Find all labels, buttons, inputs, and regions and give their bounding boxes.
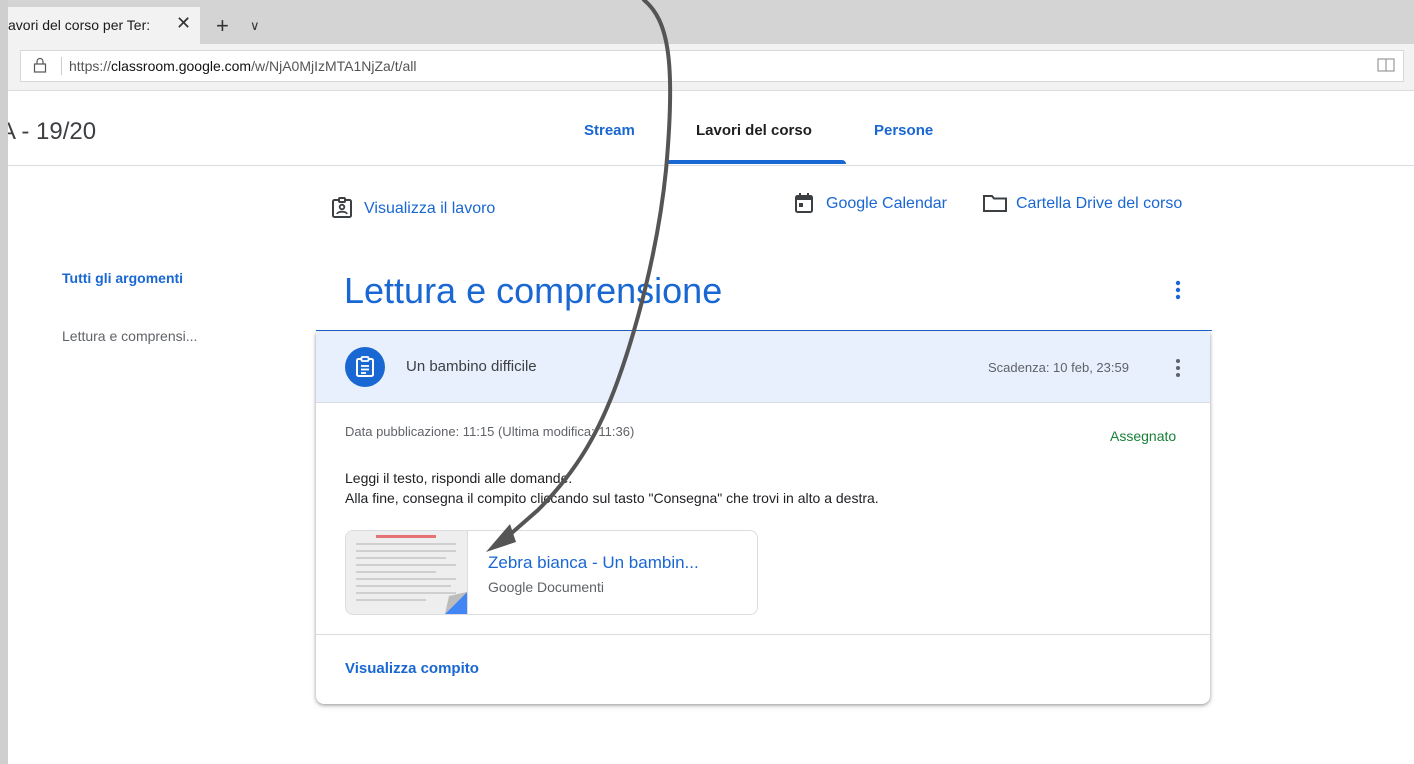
active-tab-indicator [666, 160, 846, 164]
more-vert-icon[interactable] [1168, 356, 1188, 380]
topic-title: Lettura e comprensione [344, 270, 723, 311]
view-work-button[interactable]: Visualizza il lavoro [332, 197, 496, 218]
thumbnail-heading [376, 535, 436, 538]
due-date: Scadenza: 10 feb, 23:59 [988, 360, 1129, 375]
sidebar-item-all-topics[interactable]: Tutti gli argomenti [62, 270, 183, 286]
new-tab-icon[interactable]: + [216, 15, 229, 37]
view-assignment-link[interactable]: Visualizza compito [345, 660, 479, 677]
drive-folder-button[interactable]: Cartella Drive del corso [983, 195, 1183, 213]
tab-stream[interactable]: Stream [584, 122, 635, 139]
tab-classwork[interactable]: Lavori del corso [696, 122, 812, 139]
calendar-label: Google Calendar [826, 195, 947, 212]
url-path: /w/NjA0MjIzMTA1NjZa/t/all [251, 58, 417, 74]
tab-menu-chevron-icon[interactable]: ∨ [250, 18, 260, 34]
tab-bar: avori del corso per Ter: ✕ + ∨ [8, 0, 1414, 44]
sidebar-item-topic[interactable]: Lettura e comprensi... [62, 328, 197, 344]
close-tab-icon[interactable]: ✕ [176, 13, 191, 34]
tab-people[interactable]: Persone [874, 122, 933, 139]
instruction-line: Alla fine, consegna il compito cliccando… [345, 490, 879, 506]
attachment-card[interactable]: Zebra bianca - Un bambin... Google Docum… [345, 530, 758, 615]
address-separator [61, 57, 62, 75]
url-domain: classroom.google.com [111, 58, 252, 74]
attachment-title: Zebra bianca - Un bambin... [488, 553, 699, 572]
browser-tab[interactable]: avori del corso per Ter: ✕ [8, 7, 200, 44]
lock-icon [33, 57, 47, 73]
address-toolbar: https://classroom.google.com/w/NjA0MjIzM… [8, 44, 1414, 91]
card-divider [316, 634, 1210, 635]
assignment-title: Un bambino difficile [406, 358, 537, 375]
assignment-icon [345, 347, 385, 387]
view-work-label: Visualizza il lavoro [364, 200, 496, 217]
topic-divider [316, 330, 1212, 331]
assignment-ind-icon [332, 197, 352, 218]
document-thumbnail [346, 531, 468, 614]
url-prefix: https:// [69, 58, 112, 74]
calendar-icon [795, 193, 813, 213]
drive-folder-label: Cartella Drive del corso [1016, 195, 1183, 212]
address-bar[interactable]: https://classroom.google.com/w/NjA0MjIzM… [20, 50, 1404, 82]
attachment-type: Google Documenti [488, 579, 604, 595]
more-vert-icon[interactable] [1168, 278, 1188, 302]
reading-view-icon[interactable] [1377, 57, 1395, 73]
assignment-card: Un bambino difficile Scadenza: 10 feb, 2… [316, 332, 1210, 704]
course-title: A - 19/20 [8, 118, 97, 145]
header-divider [8, 165, 1414, 166]
status-badge: Assegnato [1110, 428, 1177, 444]
posted-date: Data pubblicazione: 11:15 (Ultima modifi… [345, 424, 635, 439]
browser-window: avori del corso per Ter: ✕ + ∨ https://c… [8, 0, 1414, 764]
folder-icon [983, 195, 1007, 212]
google-docs-corner-icon [445, 592, 467, 614]
assignment-header[interactable]: Un bambino difficile Scadenza: 10 feb, 2… [316, 332, 1210, 403]
instruction-line: Leggi il testo, rispondi alle domande. [345, 470, 573, 486]
thumbnail-text-lines [356, 543, 456, 606]
instructions: Leggi il testo, rispondi alle domande. A… [345, 468, 879, 508]
url-text[interactable]: https://classroom.google.com/w/NjA0MjIzM… [69, 58, 417, 74]
tab-title: avori del corso per Ter: [8, 17, 151, 33]
google-calendar-button[interactable]: Google Calendar [795, 193, 947, 213]
